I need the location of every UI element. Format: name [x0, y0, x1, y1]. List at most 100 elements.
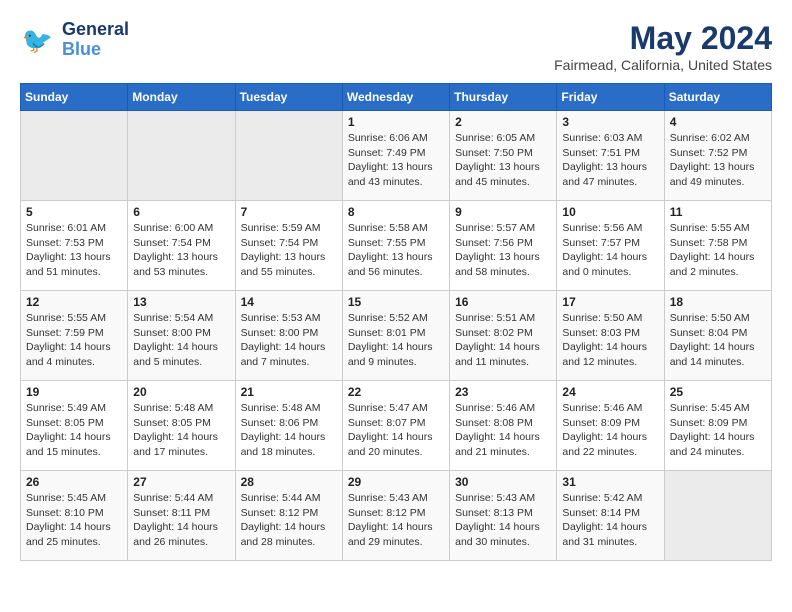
day-number: 18: [670, 295, 766, 309]
day-number: 20: [133, 385, 229, 399]
header-monday: Monday: [128, 84, 235, 111]
day-info: Sunrise: 5:44 AM Sunset: 8:11 PM Dayligh…: [133, 491, 229, 550]
calendar-cell: 25 Sunrise: 5:45 AM Sunset: 8:09 PM Dayli…: [664, 381, 771, 471]
day-info: Sunrise: 5:50 AM Sunset: 8:03 PM Dayligh…: [562, 311, 658, 370]
week-row-5: 26 Sunrise: 5:45 AM Sunset: 8:10 PM Dayli…: [21, 471, 772, 561]
calendar-cell: 1 Sunrise: 6:06 AM Sunset: 7:49 PM Daylig…: [342, 111, 449, 201]
day-number: 21: [241, 385, 337, 399]
calendar-cell: 17 Sunrise: 5:50 AM Sunset: 8:03 PM Dayli…: [557, 291, 664, 381]
day-number: 27: [133, 475, 229, 489]
day-info: Sunrise: 6:05 AM Sunset: 7:50 PM Dayligh…: [455, 131, 551, 190]
calendar-cell: 26 Sunrise: 5:45 AM Sunset: 8:10 PM Dayli…: [21, 471, 128, 561]
day-number: 14: [241, 295, 337, 309]
calendar-cell: 15 Sunrise: 5:52 AM Sunset: 8:01 PM Dayli…: [342, 291, 449, 381]
header-tuesday: Tuesday: [235, 84, 342, 111]
calendar-cell: 28Sunrise: 5:44 AM Sunset: 8:12 PM Dayli…: [235, 471, 342, 561]
calendar-cell: [21, 111, 128, 201]
calendar-cell: 22Sunrise: 5:47 AM Sunset: 8:07 PM Dayli…: [342, 381, 449, 471]
calendar-cell: 8Sunrise: 5:58 AM Sunset: 7:55 PM Daylig…: [342, 201, 449, 291]
day-info: Sunrise: 5:46 AM Sunset: 8:09 PM Dayligh…: [562, 401, 658, 460]
calendar-cell: 20Sunrise: 5:48 AM Sunset: 8:05 PM Dayli…: [128, 381, 235, 471]
day-info: Sunrise: 5:55 AM Sunset: 7:58 PM Dayligh…: [670, 221, 766, 280]
week-row-2: 5Sunrise: 6:01 AM Sunset: 7:53 PM Daylig…: [21, 201, 772, 291]
day-info: Sunrise: 5:52 AM Sunset: 8:01 PM Dayligh…: [348, 311, 444, 370]
day-number: 26: [26, 475, 122, 489]
calendar-cell: 14 Sunrise: 5:53 AM Sunset: 8:00 PM Dayli…: [235, 291, 342, 381]
day-info: Sunrise: 5:46 AM Sunset: 8:08 PM Dayligh…: [455, 401, 551, 460]
day-info: Sunrise: 5:48 AM Sunset: 8:06 PM Dayligh…: [241, 401, 337, 460]
day-number: 17: [562, 295, 658, 309]
day-number: 11: [670, 205, 766, 219]
day-info: Sunrise: 5:55 AM Sunset: 7:59 PM Dayligh…: [26, 311, 122, 370]
day-number: 19: [26, 385, 122, 399]
day-info: Sunrise: 5:58 AM Sunset: 7:55 PM Dayligh…: [348, 221, 444, 280]
day-number: 4: [670, 115, 766, 129]
day-info: Sunrise: 5:47 AM Sunset: 8:07 PM Dayligh…: [348, 401, 444, 460]
day-info: Sunrise: 5:43 AM Sunset: 8:12 PM Dayligh…: [348, 491, 444, 550]
day-info: Sunrise: 6:06 AM Sunset: 7:49 PM Dayligh…: [348, 131, 444, 190]
day-info: Sunrise: 5:45 AM Sunset: 8:10 PM Dayligh…: [26, 491, 122, 550]
day-number: 30: [455, 475, 551, 489]
day-number: 29: [348, 475, 444, 489]
day-info: Sunrise: 5:54 AM Sunset: 8:00 PM Dayligh…: [133, 311, 229, 370]
calendar-cell: [235, 111, 342, 201]
calendar-cell: 7 Sunrise: 5:59 AM Sunset: 7:54 PM Daylig…: [235, 201, 342, 291]
calendar-cell: 3Sunrise: 6:03 AM Sunset: 7:51 PM Daylig…: [557, 111, 664, 201]
day-info: Sunrise: 6:03 AM Sunset: 7:51 PM Dayligh…: [562, 131, 658, 190]
day-info: Sunrise: 5:45 AM Sunset: 8:09 PM Dayligh…: [670, 401, 766, 460]
calendar-table: Sunday Monday Tuesday Wednesday Thursday…: [20, 83, 772, 561]
day-number: 31: [562, 475, 658, 489]
month-year-title: May 2024: [554, 20, 772, 57]
day-info: Sunrise: 5:50 AM Sunset: 8:04 PM Dayligh…: [670, 311, 766, 370]
calendar-cell: 18 Sunrise: 5:50 AM Sunset: 8:04 PM Dayli…: [664, 291, 771, 381]
header-friday: Friday: [557, 84, 664, 111]
svg-text:🐦: 🐦: [22, 27, 53, 55]
day-info: Sunrise: 5:56 AM Sunset: 7:57 PM Dayligh…: [562, 221, 658, 280]
calendar-cell: 24Sunrise: 5:46 AM Sunset: 8:09 PM Dayli…: [557, 381, 664, 471]
logo-icon: 🐦: [20, 22, 56, 58]
day-info: Sunrise: 5:51 AM Sunset: 8:02 PM Dayligh…: [455, 311, 551, 370]
calendar-cell: 9 Sunrise: 5:57 AM Sunset: 7:56 PM Daylig…: [450, 201, 557, 291]
calendar-cell: 5Sunrise: 6:01 AM Sunset: 7:53 PM Daylig…: [21, 201, 128, 291]
calendar-cell: 12 Sunrise: 5:55 AM Sunset: 7:59 PM Dayli…: [21, 291, 128, 381]
header-saturday: Saturday: [664, 84, 771, 111]
day-number: 28: [241, 475, 337, 489]
week-row-3: 12 Sunrise: 5:55 AM Sunset: 7:59 PM Dayli…: [21, 291, 772, 381]
calendar-cell: 23 Sunrise: 5:46 AM Sunset: 8:08 PM Dayli…: [450, 381, 557, 471]
calendar-cell: [128, 111, 235, 201]
day-number: 23: [455, 385, 551, 399]
week-row-4: 19 Sunrise: 5:49 AM Sunset: 8:05 PM Dayli…: [21, 381, 772, 471]
location-subtitle: Fairmead, California, United States: [554, 57, 772, 73]
day-number: 6: [133, 205, 229, 219]
header-sunday: Sunday: [21, 84, 128, 111]
day-info: Sunrise: 5:49 AM Sunset: 8:05 PM Dayligh…: [26, 401, 122, 460]
day-number: 9: [455, 205, 551, 219]
week-row-1: 1 Sunrise: 6:06 AM Sunset: 7:49 PM Daylig…: [21, 111, 772, 201]
title-block: May 2024 Fairmead, California, United St…: [554, 20, 772, 73]
day-number: 1: [348, 115, 444, 129]
day-info: Sunrise: 5:53 AM Sunset: 8:00 PM Dayligh…: [241, 311, 337, 370]
calendar-cell: 21 Sunrise: 5:48 AM Sunset: 8:06 PM Dayli…: [235, 381, 342, 471]
day-info: Sunrise: 5:43 AM Sunset: 8:13 PM Dayligh…: [455, 491, 551, 550]
day-number: 13: [133, 295, 229, 309]
header-wednesday: Wednesday: [342, 84, 449, 111]
day-info: Sunrise: 5:42 AM Sunset: 8:14 PM Dayligh…: [562, 491, 658, 550]
day-number: 5: [26, 205, 122, 219]
calendar-cell: 31 Sunrise: 5:42 AM Sunset: 8:14 PM Dayli…: [557, 471, 664, 561]
calendar-cell: 19 Sunrise: 5:49 AM Sunset: 8:05 PM Dayli…: [21, 381, 128, 471]
day-number: 2: [455, 115, 551, 129]
day-info: Sunrise: 5:57 AM Sunset: 7:56 PM Dayligh…: [455, 221, 551, 280]
day-info: Sunrise: 6:02 AM Sunset: 7:52 PM Dayligh…: [670, 131, 766, 190]
calendar-cell: 30 Sunrise: 5:43 AM Sunset: 8:13 PM Dayli…: [450, 471, 557, 561]
logo: 🐦 General Blue: [20, 20, 129, 60]
day-number: 16: [455, 295, 551, 309]
day-number: 7: [241, 205, 337, 219]
calendar-cell: 16 Sunrise: 5:51 AM Sunset: 8:02 PM Dayli…: [450, 291, 557, 381]
calendar-cell: 6Sunrise: 6:00 AM Sunset: 7:54 PM Daylig…: [128, 201, 235, 291]
header-thursday: Thursday: [450, 84, 557, 111]
day-info: Sunrise: 5:59 AM Sunset: 7:54 PM Dayligh…: [241, 221, 337, 280]
calendar-cell: 13 Sunrise: 5:54 AM Sunset: 8:00 PM Dayli…: [128, 291, 235, 381]
day-number: 25: [670, 385, 766, 399]
day-number: 15: [348, 295, 444, 309]
day-number: 12: [26, 295, 122, 309]
